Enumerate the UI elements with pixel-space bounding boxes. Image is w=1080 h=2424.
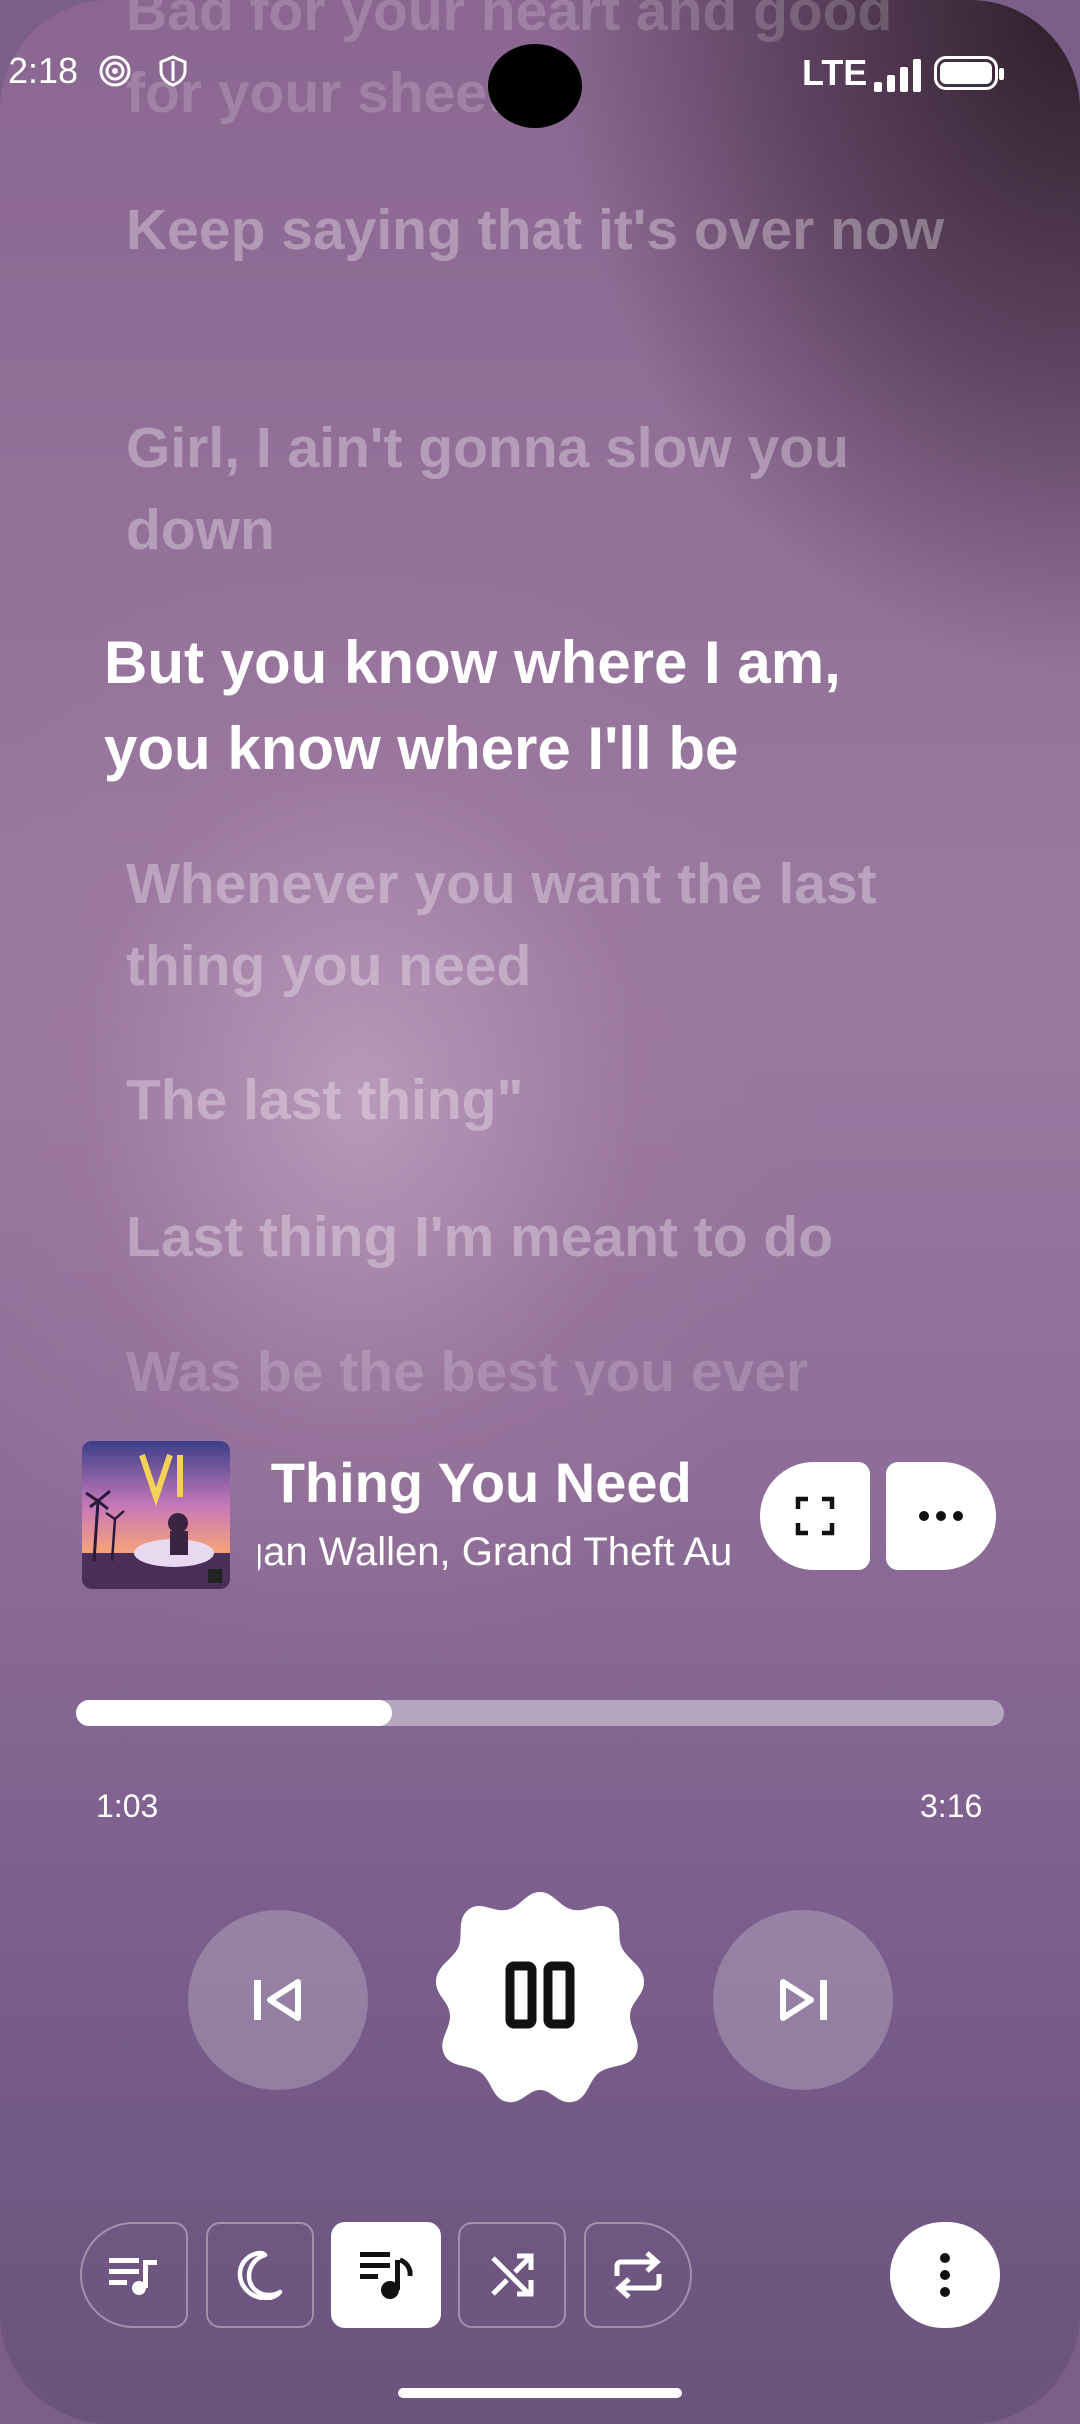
- seek-bar[interactable]: [76, 1700, 1004, 1726]
- camera-cutout: [488, 44, 582, 128]
- lyric-line[interactable]: Last thing I'm meant to do: [126, 1196, 956, 1278]
- more-horizontal-icon: [919, 1511, 963, 1521]
- song-title: Last Thing You Need: [258, 1451, 692, 1514]
- elapsed-time: 1:03: [96, 1788, 159, 1824]
- more-options-button[interactable]: [886, 1462, 996, 1570]
- lyrics-icon: [360, 2252, 413, 2299]
- pause-button[interactable]: [430, 1886, 650, 2106]
- queue-music-icon: [109, 2258, 157, 2295]
- queue-button[interactable]: [80, 2222, 188, 2328]
- shuffle-icon: [491, 2253, 534, 2297]
- shield-icon: [159, 55, 187, 87]
- fullscreen-icon: [795, 1496, 835, 1536]
- overflow-menu-button[interactable]: [890, 2222, 1000, 2328]
- skip-next-icon: [780, 1979, 827, 2021]
- moon-icon: [237, 2250, 283, 2300]
- skip-previous-icon: [254, 1979, 301, 2021]
- status-time: 2:18: [8, 50, 79, 91]
- lyric-line[interactable]: Keep saying that it's over now: [126, 189, 956, 271]
- shuffle-button[interactable]: [458, 2222, 566, 2328]
- repeat-icon: [614, 2251, 662, 2299]
- now-playing-info[interactable]: Last Thing You Need Morgan Wallen, Grand…: [258, 1450, 730, 1590]
- player-screen: Bad for your heart and good for your she…: [0, 0, 1080, 2424]
- lyrics-panel[interactable]: Bad for your heart and good for your she…: [0, 0, 1080, 1400]
- previous-button[interactable]: [188, 1910, 368, 2090]
- lyric-line[interactable]: Whenever you want the last thing you nee…: [126, 843, 956, 1007]
- network-type: LTE: [802, 52, 868, 93]
- lyric-line[interactable]: The last thing": [126, 1059, 956, 1141]
- hotspot-icon: [99, 55, 131, 87]
- next-button[interactable]: [713, 1910, 893, 2090]
- lyric-line-active[interactable]: But you know where I am, you know where …: [104, 620, 964, 792]
- album-art[interactable]: [82, 1441, 230, 1589]
- more-vertical-icon: [940, 2253, 950, 2297]
- lyric-line[interactable]: Was be the best you ever: [126, 1331, 956, 1395]
- sleep-timer-button[interactable]: [206, 2222, 314, 2328]
- lyrics-button[interactable]: [331, 2222, 441, 2328]
- total-duration: 3:16: [920, 1788, 983, 1824]
- battery-icon: [934, 56, 1004, 90]
- fullscreen-button[interactable]: [760, 1462, 870, 1570]
- signal-icon: [874, 58, 924, 92]
- home-indicator[interactable]: [398, 2388, 682, 2398]
- repeat-button[interactable]: [584, 2222, 692, 2328]
- seek-bar-progress: [76, 1700, 392, 1726]
- lyric-line[interactable]: Girl, I ain't gonna slow you down: [126, 407, 956, 571]
- song-artist: Morgan Wallen, Grand Theft Auto: [258, 1530, 730, 1574]
